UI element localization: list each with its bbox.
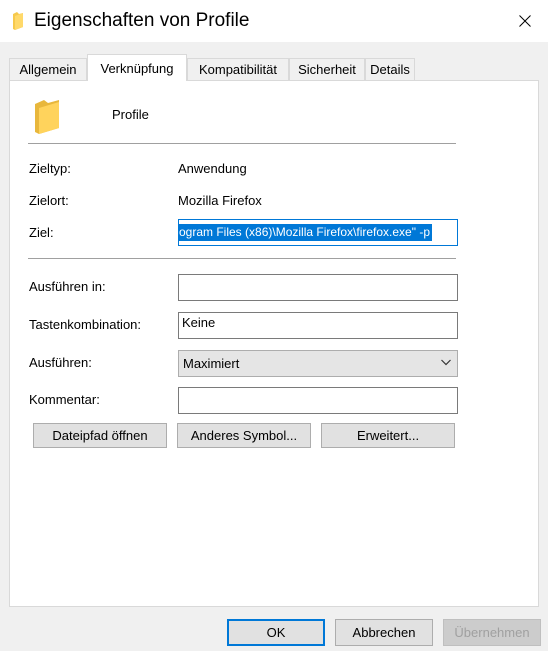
run-select-value: Maximiert [183, 356, 240, 371]
divider [28, 258, 456, 259]
run-select[interactable]: Maximiert [178, 350, 458, 377]
tab-panel [9, 80, 539, 607]
apply-button[interactable]: Übernehmen [443, 619, 541, 646]
title-bar: Eigenschaften von Profile [0, 0, 548, 42]
open-file-location-button[interactable]: Dateipfad öffnen [33, 423, 167, 448]
hotkey-input[interactable]: Keine [178, 312, 458, 339]
target-type-label: Zieltyp: [29, 161, 71, 176]
folder-icon [35, 100, 59, 134]
tab-verknuepfung[interactable]: Verknüpfung [87, 54, 187, 81]
window-title: Eigenschaften von Profile [34, 10, 250, 31]
cancel-button[interactable]: Abbrechen [335, 619, 433, 646]
comment-input[interactable] [178, 387, 458, 414]
target-type-value: Anwendung [178, 161, 247, 176]
target-location-label: Zielort: [29, 193, 69, 208]
divider [28, 143, 456, 144]
change-icon-button[interactable]: Anderes Symbol... [177, 423, 311, 448]
target-label: Ziel: [29, 225, 54, 240]
ok-button[interactable]: OK [227, 619, 325, 646]
target-value-text: ogram Files (x86)\Mozilla Firefox\firefo… [179, 224, 432, 241]
target-location-value: Mozilla Firefox [178, 193, 262, 208]
tab-kompatibilitaet[interactable]: Kompatibilität [187, 58, 289, 80]
tab-details[interactable]: Details [365, 58, 415, 80]
close-icon [519, 15, 531, 27]
comment-label: Kommentar: [29, 392, 100, 407]
target-input[interactable]: ogram Files (x86)\Mozilla Firefox\firefo… [178, 219, 458, 246]
chevron-down-icon [441, 359, 451, 366]
start-in-input[interactable] [178, 274, 458, 301]
tab-sicherheit[interactable]: Sicherheit [289, 58, 365, 80]
run-label: Ausführen: [29, 355, 92, 370]
folder-icon [13, 12, 23, 30]
advanced-button[interactable]: Erweitert... [321, 423, 455, 448]
hotkey-label: Tastenkombination: [29, 317, 142, 332]
close-button[interactable] [502, 0, 548, 42]
shortcut-name: Profile [112, 107, 149, 122]
tab-allgemein[interactable]: Allgemein [9, 58, 87, 80]
start-in-label: Ausführen in: [29, 279, 106, 294]
